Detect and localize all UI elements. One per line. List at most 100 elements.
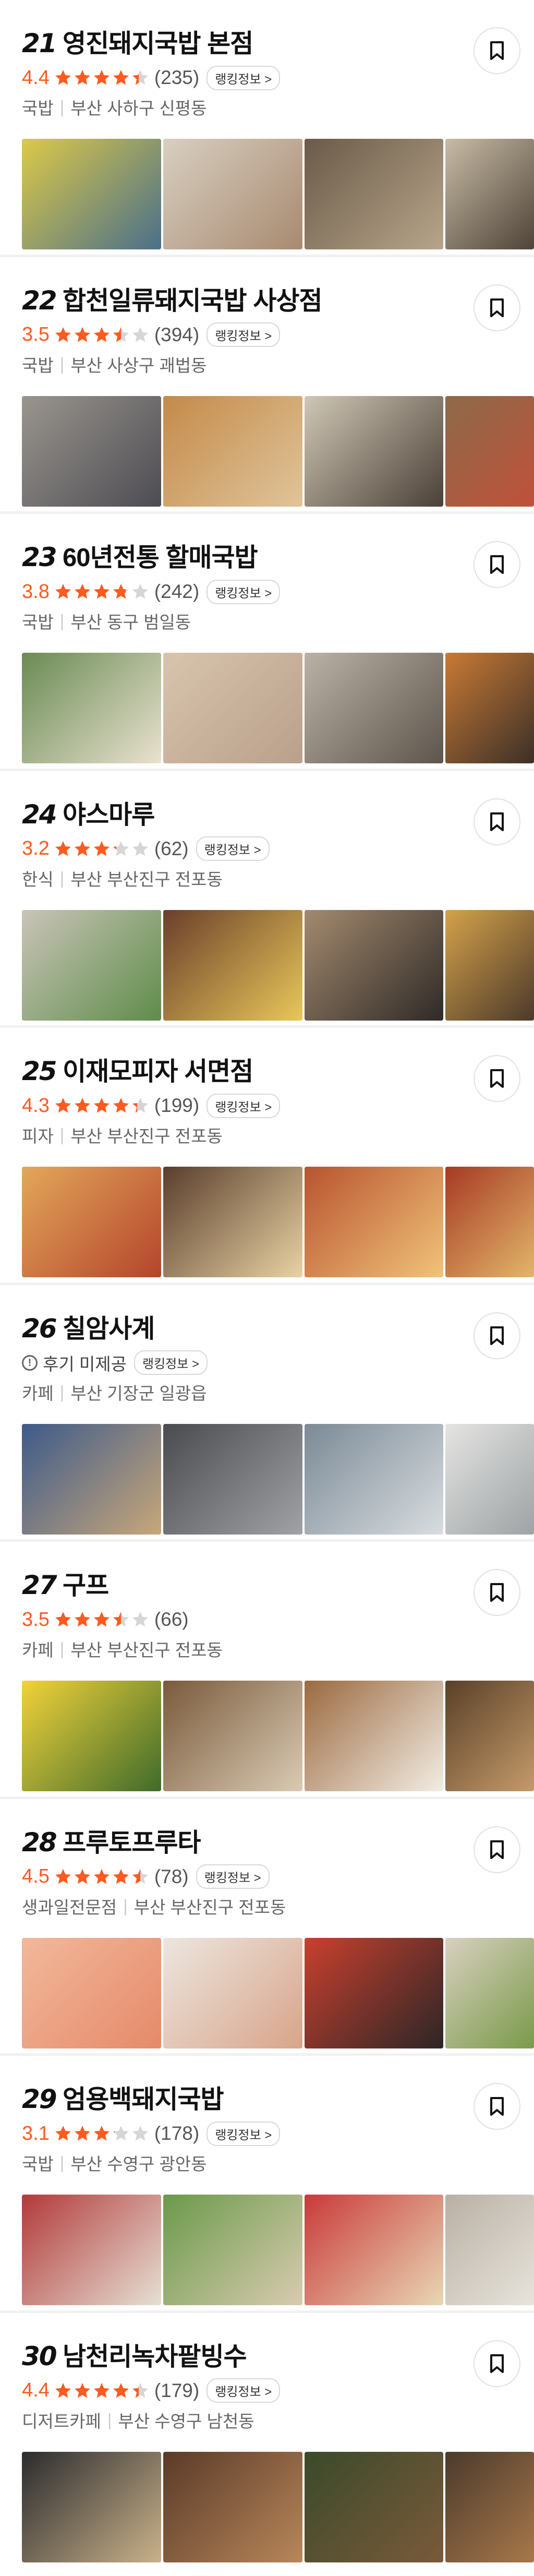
photo-thumbnail[interactable] bbox=[304, 909, 444, 1021]
photo-strip[interactable] bbox=[22, 139, 534, 249]
photo-thumbnail[interactable] bbox=[22, 396, 162, 507]
restaurant-name[interactable]: 이재모피자 서면점 bbox=[63, 1051, 253, 1088]
ranking-info-badge[interactable]: 랭킹정보 > bbox=[196, 1864, 270, 1889]
photo-thumbnail[interactable] bbox=[304, 653, 444, 763]
title-row: 30 남천리녹차팥빙수 bbox=[22, 2336, 534, 2374]
rating-score: 4.5 bbox=[22, 1865, 50, 1887]
restaurant-name[interactable]: 남천리녹차팥빙수 bbox=[63, 2336, 247, 2373]
bookmark-button[interactable] bbox=[474, 27, 520, 74]
restaurant-name[interactable]: 구프 bbox=[63, 1565, 109, 1602]
photo-thumbnail[interactable] bbox=[163, 1681, 302, 1791]
photo-thumbnail[interactable] bbox=[445, 909, 534, 1021]
bookmark-button[interactable] bbox=[474, 798, 520, 845]
list-item[interactable]: 26 칠암사계 ! 후기 미제공 랭킹정보 > 카페 | 부산 기장군 일광읍 bbox=[0, 1285, 534, 1542]
photo-thumbnail[interactable] bbox=[304, 1167, 444, 1277]
photo-thumbnail[interactable] bbox=[22, 1937, 162, 2048]
star-icon bbox=[74, 327, 90, 342]
photo-thumbnail[interactable] bbox=[163, 396, 302, 507]
photo-thumbnail[interactable] bbox=[304, 2451, 444, 2562]
bookmark-button[interactable] bbox=[474, 1826, 520, 1873]
photo-thumbnail[interactable] bbox=[163, 2195, 302, 2305]
photo-thumbnail[interactable] bbox=[22, 653, 162, 763]
photo-thumbnail[interactable] bbox=[22, 909, 162, 1021]
bookmark-button[interactable] bbox=[474, 2083, 520, 2130]
category-location: 국밥 | 부산 사상구 괘법동 bbox=[22, 351, 534, 377]
bookmark-button[interactable] bbox=[474, 1055, 520, 1102]
photo-strip[interactable] bbox=[22, 396, 534, 507]
list-item[interactable]: 28 프루토프루타 4.5 (78) 랭킹정보 > 생과일전문점 | 부산 부산진구… bbox=[0, 1799, 534, 2056]
photo-thumbnail[interactable] bbox=[163, 2451, 302, 2562]
bookmark-button[interactable] bbox=[474, 1569, 520, 1616]
bookmark-button[interactable] bbox=[474, 541, 520, 588]
star-rating bbox=[54, 582, 150, 601]
restaurant-name[interactable]: 합천일류돼지국밥 사상점 bbox=[63, 280, 322, 317]
photo-thumbnail[interactable] bbox=[445, 1167, 534, 1277]
restaurant-name[interactable]: 프루토프루타 bbox=[63, 1822, 201, 1859]
photo-thumbnail[interactable] bbox=[445, 2451, 534, 2562]
photo-strip[interactable] bbox=[22, 2195, 534, 2305]
star-rating bbox=[54, 1096, 150, 1115]
photo-thumbnail[interactable] bbox=[304, 1681, 444, 1791]
bookmark-button[interactable] bbox=[474, 284, 520, 331]
bookmark-button[interactable] bbox=[474, 2340, 520, 2387]
restaurant-name[interactable]: 60년전통 할매국밥 bbox=[63, 537, 258, 574]
photo-thumbnail[interactable] bbox=[22, 1167, 162, 1277]
photo-thumbnail[interactable] bbox=[445, 2195, 534, 2305]
photo-thumbnail[interactable] bbox=[22, 2451, 162, 2562]
photo-thumbnail[interactable] bbox=[22, 1423, 162, 1535]
list-item[interactable]: 23 60년전통 할매국밥 3.8 (242) 랭킹정보 > 국밥 | 부산 동구 … bbox=[0, 514, 534, 771]
photo-thumbnail[interactable] bbox=[163, 653, 302, 763]
photo-thumbnail[interactable] bbox=[163, 139, 302, 249]
restaurant-name[interactable]: 엄용백돼지국밥 bbox=[63, 2079, 224, 2116]
photo-thumbnail[interactable] bbox=[22, 2195, 162, 2305]
photo-thumbnail[interactable] bbox=[22, 139, 162, 249]
photo-thumbnail[interactable] bbox=[445, 1681, 534, 1791]
photo-thumbnail[interactable] bbox=[445, 396, 534, 507]
restaurant-name[interactable]: 영진돼지국밥 본점 bbox=[63, 23, 253, 60]
photo-thumbnail[interactable] bbox=[304, 139, 444, 249]
ranking-info-badge[interactable]: 랭킹정보 > bbox=[207, 65, 281, 90]
photo-thumbnail[interactable] bbox=[304, 396, 444, 507]
list-item[interactable]: 24 야스마루 3.2 (62) 랭킹정보 > 한식 | 부산 부산진구 전포동 bbox=[0, 771, 534, 1028]
photo-strip[interactable] bbox=[22, 1423, 534, 1535]
photo-strip[interactable] bbox=[22, 909, 534, 1021]
bookmark-button[interactable] bbox=[474, 1312, 520, 1359]
ranking-info-badge[interactable]: 랭킹정보 > bbox=[207, 2378, 281, 2403]
photo-strip[interactable] bbox=[22, 1937, 534, 2048]
rating-score: 3.8 bbox=[22, 580, 50, 603]
divider: | bbox=[59, 97, 65, 116]
photo-thumbnail[interactable] bbox=[445, 1423, 534, 1535]
photo-thumbnail[interactable] bbox=[445, 653, 534, 763]
ranking-info-badge[interactable]: 랭킹정보 > bbox=[207, 322, 281, 347]
photo-strip[interactable] bbox=[22, 1167, 534, 1277]
list-item[interactable]: 29 엄용백돼지국밥 3.1 (178) 랭킹정보 > 국밥 | 부산 수영구 광안… bbox=[0, 2056, 534, 2313]
photo-thumbnail[interactable] bbox=[445, 139, 534, 249]
photo-thumbnail[interactable] bbox=[445, 1937, 534, 2048]
restaurant-name[interactable]: 칠암사계 bbox=[63, 1308, 155, 1345]
ranking-info-badge[interactable]: 랭킹정보 > bbox=[207, 1093, 281, 1118]
list-item[interactable]: 25 이재모피자 서면점 4.3 (199) 랭킹정보 > 피자 | 부산 부산진구… bbox=[0, 1028, 534, 1285]
list-item[interactable]: 21 영진돼지국밥 본점 4.4 (235) 랭킹정보 > 국밥 | 부산 사하구 … bbox=[0, 0, 534, 257]
photo-strip[interactable] bbox=[22, 2451, 534, 2562]
photo-strip[interactable] bbox=[22, 1681, 534, 1791]
photo-thumbnail[interactable] bbox=[304, 2195, 444, 2305]
photo-thumbnail[interactable] bbox=[163, 1937, 302, 2048]
list-item[interactable]: 30 남천리녹차팥빙수 4.4 (179) 랭킹정보 > 디저트카페 | 부산 수영… bbox=[0, 2313, 534, 2570]
list-item[interactable]: 22 합천일류돼지국밥 사상점 3.5 (394) 랭킹정보 > 국밥 | 부산 사… bbox=[0, 257, 534, 514]
photo-thumbnail[interactable] bbox=[163, 909, 302, 1021]
photo-thumbnail[interactable] bbox=[304, 1937, 444, 2048]
ranking-info-badge[interactable]: 랭킹정보 > bbox=[207, 2121, 281, 2146]
category-location: 카페 | 부산 기장군 일광읍 bbox=[22, 1379, 534, 1405]
photo-strip[interactable] bbox=[22, 653, 534, 763]
list-item[interactable]: 27 구프 3.5 (66) 카페 | 부산 부산진구 전포동 bbox=[0, 1542, 534, 1799]
photo-thumbnail[interactable] bbox=[304, 1423, 444, 1535]
restaurant-name[interactable]: 야스마루 bbox=[63, 794, 155, 831]
photo-thumbnail[interactable] bbox=[163, 1423, 302, 1535]
ranking-info-badge[interactable]: 랭킹정보 > bbox=[134, 1350, 208, 1375]
photo-thumbnail[interactable] bbox=[163, 1167, 302, 1277]
ranking-info-badge[interactable]: 랭킹정보 > bbox=[207, 579, 281, 604]
ranking-info-badge[interactable]: 랭킹정보 > bbox=[196, 836, 270, 861]
photo-thumbnail[interactable] bbox=[22, 1681, 162, 1791]
divider: | bbox=[59, 611, 65, 630]
star-rating bbox=[54, 840, 150, 858]
